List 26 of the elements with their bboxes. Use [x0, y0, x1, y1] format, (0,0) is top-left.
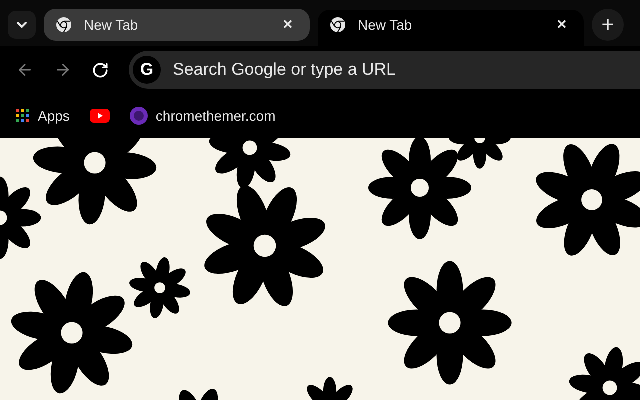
arrow-right-icon	[54, 61, 72, 79]
tab-title: New Tab	[358, 16, 414, 34]
browser-tab[interactable]: New Tab ✕	[44, 9, 310, 41]
close-tab-button[interactable]: ✕	[552, 15, 572, 35]
play-button-icon	[90, 109, 110, 123]
bookmark[interactable]: chromethemer.com	[130, 106, 276, 126]
orb-icon	[130, 107, 148, 125]
bookmark-label: Apps	[38, 106, 70, 126]
address-bar[interactable]: G Search Google or type a URL	[129, 51, 640, 89]
apps-grid-icon	[16, 109, 30, 123]
close-tab-button[interactable]: ✕	[278, 15, 298, 35]
new-tab-button[interactable]: +	[592, 9, 624, 41]
forward-button[interactable]	[54, 61, 72, 79]
chrome-logo-icon	[56, 17, 72, 33]
reload-button[interactable]	[92, 62, 109, 78]
bookmark-label: chromethemer.com	[156, 106, 276, 126]
google-g-icon: G	[133, 56, 161, 84]
back-button[interactable]	[16, 61, 34, 79]
browser-tab[interactable]: New Tab ✕	[318, 10, 584, 48]
chrome-logo-icon	[330, 17, 346, 33]
address-input[interactable]: Search Google or type a URL	[173, 57, 640, 83]
reload-icon	[92, 62, 109, 78]
bookmark[interactable]: Apps	[16, 106, 70, 126]
bookmark[interactable]	[90, 109, 110, 123]
tab-title: New Tab	[84, 16, 140, 34]
tab-search-button[interactable]	[8, 11, 36, 39]
